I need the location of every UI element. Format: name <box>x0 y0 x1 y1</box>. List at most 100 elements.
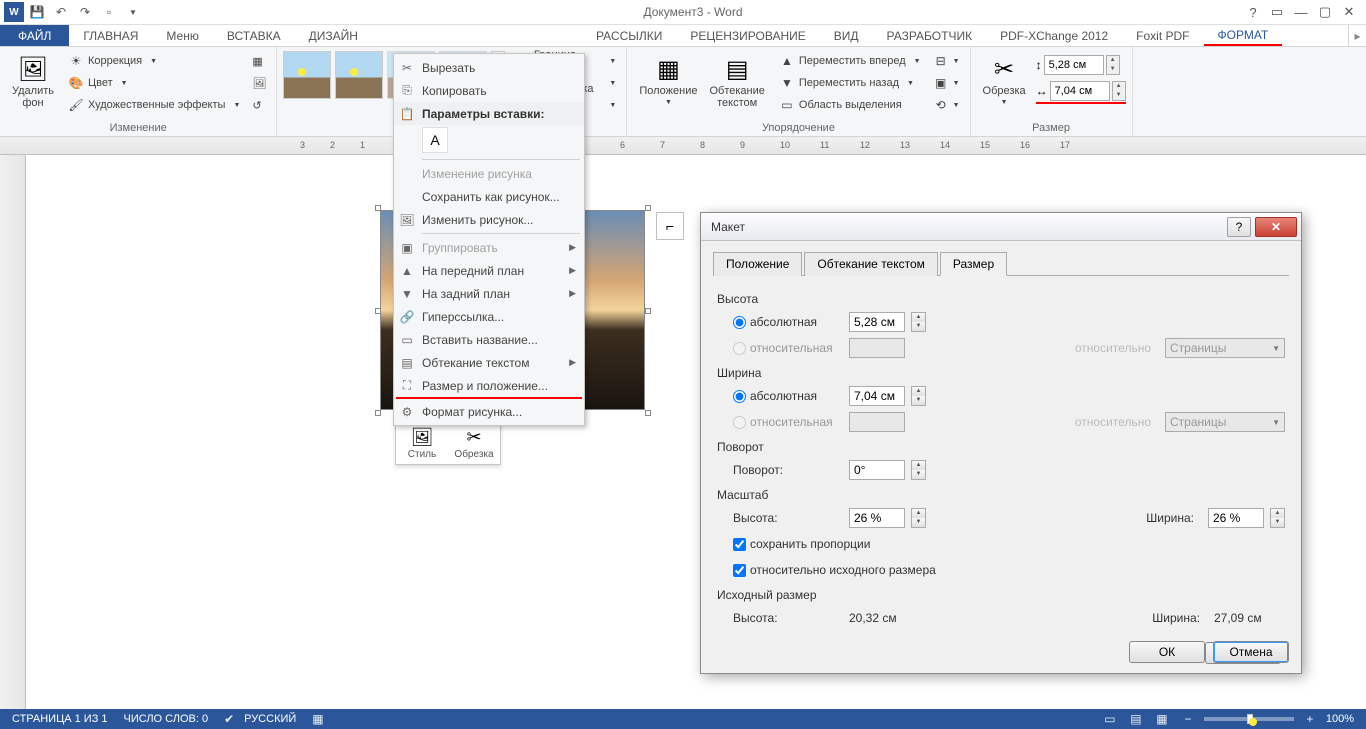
status-page[interactable]: СТРАНИЦА 1 ИЗ 1 <box>4 713 116 725</box>
dialog-titlebar[interactable]: Макет ? ✕ <box>701 213 1301 241</box>
radio-abs-height[interactable]: абсолютная <box>733 315 843 329</box>
tab-insert[interactable]: ВСТАВКА <box>213 25 295 46</box>
zoom-in-icon[interactable]: + <box>1300 712 1320 726</box>
artistic-button[interactable]: 🖌Художественные эффекты▼ <box>64 95 244 115</box>
view-print-icon[interactable]: ▤ <box>1126 712 1146 726</box>
ctx-send-back[interactable]: ▼На задний план▶ <box>394 282 584 305</box>
status-lang[interactable]: РУССКИЙ <box>236 713 304 725</box>
ribbon-options-icon[interactable]: ▭ <box>1266 3 1288 21</box>
minimize-icon[interactable]: — <box>1290 3 1312 21</box>
handle-e[interactable] <box>645 308 651 314</box>
wrap-text-button[interactable]: ▤ Обтекание текстом <box>703 51 770 111</box>
ctx-change-picture[interactable]: 🖼Изменить рисунок... <box>394 208 584 231</box>
close-icon[interactable]: ✕ <box>1338 3 1360 21</box>
tab-developer[interactable]: РАЗРАБОТЧИК <box>873 25 987 46</box>
dlg-tab-size[interactable]: Размер <box>940 252 1007 276</box>
tab-format[interactable]: ФОРМАТ <box>1204 25 1283 46</box>
width-abs-input[interactable] <box>849 386 905 406</box>
tab-home[interactable]: ГЛАВНАЯ <box>69 25 152 46</box>
cancel-button[interactable]: Отмена <box>1213 641 1289 663</box>
lock-aspect-checkbox[interactable]: сохранить пропорции <box>733 537 870 551</box>
handle-ne[interactable] <box>645 205 651 211</box>
zoom-slider[interactable] <box>1204 717 1294 721</box>
radio-rel-width[interactable]: относительная <box>733 415 843 429</box>
position-button[interactable]: ▦ Положение ▼ <box>633 51 703 111</box>
height-abs-input[interactable] <box>849 312 905 332</box>
new-doc-icon[interactable]: ▫ <box>98 1 120 23</box>
align-button[interactable]: ⊟▼ <box>929 51 964 71</box>
reset-pic-icon[interactable]: ↺ <box>248 95 270 115</box>
ctx-hyperlink[interactable]: 🔗Гиперссылка... <box>394 305 584 328</box>
qat-dropdown-icon[interactable]: ▼ <box>122 1 144 23</box>
dlg-tab-position[interactable]: Положение <box>713 252 802 276</box>
width-spinner[interactable]: ▲▼ <box>1112 81 1126 101</box>
remove-bg-button[interactable]: 🖼 Удалить фон <box>6 51 60 111</box>
ctx-save-as-picture[interactable]: Сохранить как рисунок... <box>394 185 584 208</box>
status-words[interactable]: ЧИСЛО СЛОВ: 0 <box>116 713 217 725</box>
ctx-cut[interactable]: ✂Вырезать <box>394 56 584 79</box>
scale-w-input[interactable] <box>1208 508 1264 528</box>
ctx-copy[interactable]: ⎘Копировать <box>394 79 584 102</box>
redo-icon[interactable]: ↷ <box>74 1 96 23</box>
ctx-format-picture[interactable]: ⚙Формат рисунка... <box>394 400 584 423</box>
width-spinner[interactable]: ▲▼ <box>911 386 926 406</box>
view-web-icon[interactable]: ▦ <box>1152 712 1172 726</box>
tab-review[interactable]: РЕЦЕНЗИРОВАНИЕ <box>676 25 819 46</box>
group-button[interactable]: ▣▼ <box>929 73 964 93</box>
maximize-icon[interactable]: ▢ <box>1314 3 1336 21</box>
color-button[interactable]: 🎨Цвет▼ <box>64 73 244 93</box>
help-icon[interactable]: ? <box>1242 3 1264 21</box>
ctx-wrap-text[interactable]: ▤Обтекание текстом▶ <box>394 351 584 374</box>
height-spinner[interactable]: ▲▼ <box>1106 55 1120 75</box>
ctx-bring-front[interactable]: ▲На передний план▶ <box>394 259 584 282</box>
mini-style-button[interactable]: 🖼 Стиль <box>400 425 444 460</box>
zoom-level[interactable]: 100% <box>1326 713 1354 725</box>
rel-original-checkbox[interactable]: относительно исходного размера <box>733 563 936 577</box>
tab-design[interactable]: ДИЗАЙН <box>295 25 372 46</box>
corrections-button[interactable]: ☀Коррекция▼ <box>64 51 244 71</box>
radio-abs-width[interactable]: абсолютная <box>733 389 843 403</box>
dlg-tab-wrap[interactable]: Обтекание текстом <box>804 252 937 276</box>
ctx-caption[interactable]: ▭Вставить название... <box>394 328 584 351</box>
tab-menu[interactable]: Меню <box>152 25 212 46</box>
bring-forward-button[interactable]: ▲Переместить вперед▼ <box>775 51 925 71</box>
dialog-close-icon[interactable]: ✕ <box>1255 217 1297 237</box>
tab-file[interactable]: ФАЙЛ <box>0 25 69 46</box>
crop-button[interactable]: ✂ Обрезка ▼ <box>977 51 1032 111</box>
layout-options-icon[interactable]: ⌐ <box>656 212 684 240</box>
width-input[interactable] <box>1050 81 1110 101</box>
ok-button[interactable]: ОК <box>1129 641 1205 663</box>
tab-view[interactable]: ВИД <box>820 25 873 46</box>
paste-option-picture[interactable]: A <box>422 127 448 153</box>
zoom-out-icon[interactable]: − <box>1178 712 1198 726</box>
tab-foxit[interactable]: Foxit PDF <box>1122 25 1203 46</box>
height-spinner[interactable]: ▲▼ <box>911 312 926 332</box>
height-input[interactable] <box>1044 55 1104 75</box>
save-icon[interactable]: 💾 <box>26 1 48 23</box>
dialog-help-icon[interactable]: ? <box>1227 217 1251 237</box>
spellcheck-icon[interactable]: ✔ <box>216 712 236 726</box>
handle-w[interactable] <box>375 308 381 314</box>
radio-rel-height[interactable]: относительная <box>733 341 843 355</box>
change-pic-icon[interactable]: 🖼 <box>248 73 270 93</box>
mini-crop-button[interactable]: ✂ Обрезка <box>452 425 496 460</box>
scale-h-spinner[interactable]: ▲▼ <box>911 508 926 528</box>
rotate-button[interactable]: ⟲▼ <box>929 95 964 115</box>
tab-pdfxchange[interactable]: PDF-XChange 2012 <box>986 25 1122 46</box>
style-thumb[interactable] <box>283 51 331 99</box>
handle-se[interactable] <box>645 410 651 416</box>
handle-nw[interactable] <box>375 205 381 211</box>
tab-mailings[interactable]: РАССЫЛКИ <box>582 25 676 46</box>
vertical-ruler[interactable] <box>0 155 26 709</box>
compress-icon[interactable]: ▦ <box>248 51 270 71</box>
view-read-icon[interactable]: ▭ <box>1100 712 1120 726</box>
rotation-spinner[interactable]: ▲▼ <box>911 460 926 480</box>
horizontal-ruler[interactable]: 321 678 91011 121314 151617 <box>0 137 1366 155</box>
scale-h-input[interactable] <box>849 508 905 528</box>
macro-icon[interactable]: ▦ <box>304 712 324 726</box>
tab-scroll-icon[interactable]: ▸ <box>1348 25 1366 46</box>
scale-w-spinner[interactable]: ▲▼ <box>1270 508 1285 528</box>
undo-icon[interactable]: ↶ <box>50 1 72 23</box>
selection-pane-button[interactable]: ▭Область выделения <box>775 95 925 115</box>
rotation-input[interactable] <box>849 460 905 480</box>
